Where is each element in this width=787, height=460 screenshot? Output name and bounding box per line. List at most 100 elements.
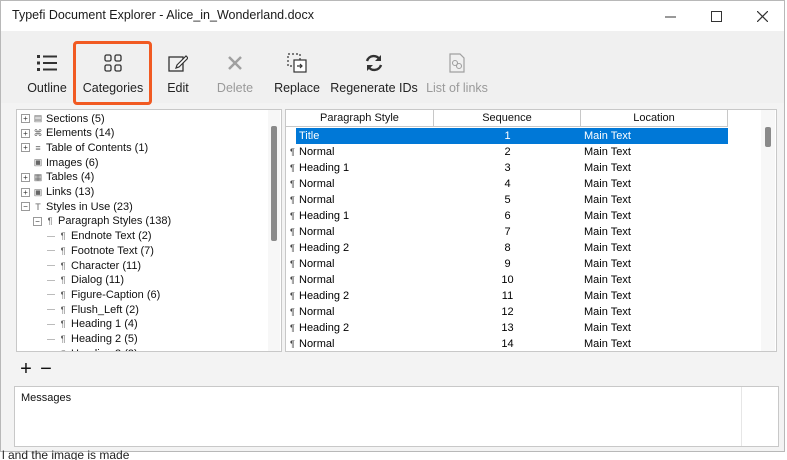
cell-paragraph-style: Normal (299, 338, 335, 350)
cell-sequence: 10 (501, 274, 514, 286)
tree-item[interactable]: + ≡ Table of Contents (1) (21, 140, 148, 155)
tree-item[interactable]: + ⌘ Elements (14) (21, 126, 114, 141)
table-row[interactable]: ¶ Normal 4 Main Text (286, 176, 748, 192)
pilcrow-icon: ¶ (60, 334, 66, 344)
tree-item-label: Heading 3 (3) (71, 348, 138, 351)
table-scrollbar[interactable] (761, 110, 775, 351)
tree-scrollbar[interactable] (268, 110, 280, 351)
list-of-links-button[interactable]: List of links (425, 41, 489, 103)
cell-sequence: 9 (504, 258, 511, 270)
tree-item[interactable]: + ▦ Tables (4) (21, 170, 94, 185)
table-row[interactable]: ¶ Heading 2 11 Main Text (286, 288, 748, 304)
link-icon: ▣ (33, 186, 43, 197)
column-header-location[interactable]: Location (581, 110, 728, 127)
cell-location: Main Text (584, 338, 631, 350)
expand-icon[interactable]: + (21, 128, 30, 138)
expand-icon[interactable]: + (21, 187, 30, 197)
toc-icon: ≡ (35, 142, 41, 153)
collapse-icon[interactable]: − (33, 216, 42, 226)
table-row[interactable]: ¶ Normal 14 Main Text (286, 336, 748, 351)
tree-item[interactable]: ¶ Endnote Text (2) (47, 229, 152, 244)
paragraph-style-table[interactable]: Paragraph Style Sequence Location ¶ Title… (285, 109, 777, 352)
tree-item[interactable]: + ▤ Sections (5) (21, 111, 105, 126)
table-row[interactable]: ¶ Title 1 Main Text (286, 128, 748, 144)
remove-button[interactable]: − (39, 359, 53, 379)
maximize-button[interactable] (693, 1, 739, 31)
table-row[interactable]: ¶ Heading 2 13 Main Text (286, 320, 748, 336)
table-row[interactable]: ¶ Normal 9 Main Text (286, 256, 748, 272)
table-icon: ▦ (33, 171, 43, 182)
delete-button[interactable]: Delete (213, 41, 257, 103)
tree-item[interactable]: ¶ Character (11) (47, 258, 141, 273)
window-title: Typefi Document Explorer - Alice_in_Wond… (12, 8, 315, 22)
tree-connector (47, 235, 55, 237)
cell-sequence: 3 (504, 162, 511, 174)
table-row[interactable]: ¶ Normal 2 Main Text (286, 144, 748, 160)
tree-item[interactable]: ¶ Footnote Text (7) (47, 243, 154, 258)
cell-location: Main Text (584, 290, 631, 302)
table-row[interactable]: ¶ Heading 1 6 Main Text (286, 208, 748, 224)
tree-item[interactable]: − ¶ Paragraph Styles (138) (33, 214, 171, 229)
tree-item[interactable]: − T Styles in Use (23) (21, 199, 133, 214)
category-tree[interactable]: + ▤ Sections (5) + ⌘ Elements (14) + ≡ Table of … (16, 109, 282, 352)
messages-label: Messages (21, 392, 72, 404)
expand-icon[interactable]: + (21, 143, 30, 153)
regenerate-ids-button[interactable]: Regenerate IDs (330, 41, 418, 103)
tree-item[interactable]: + ▣ Links (13) (21, 185, 94, 200)
column-header-sequence[interactable]: Sequence (434, 110, 581, 127)
tree-item[interactable]: ¶ Flush_Left (2) (47, 302, 139, 317)
table-row[interactable]: ¶ Heading 2 8 Main Text (286, 240, 748, 256)
cell-paragraph-style: Normal (299, 274, 335, 286)
table-row[interactable]: ¶ Normal 12 Main Text (286, 304, 748, 320)
tree-item[interactable]: ▣ Images (6) (21, 155, 99, 170)
table-row[interactable]: ¶ Normal 10 Main Text (286, 272, 748, 288)
outline-button[interactable]: Outline (23, 41, 71, 103)
outline-icon (35, 51, 59, 75)
tree-item[interactable]: ¶Heading 3 (3) (47, 346, 138, 351)
table-scrollbar-thumb[interactable] (765, 127, 771, 147)
tree-connector (47, 309, 55, 311)
expand-icon[interactable]: + (21, 172, 30, 182)
tree-item[interactable]: ¶ Dialog (11) (47, 273, 124, 288)
tree-item-label: Endnote Text (2) (71, 230, 152, 243)
pilcrow-icon: ¶ (290, 179, 295, 189)
regenerate-ids-label: Regenerate IDs (330, 81, 418, 95)
table-row[interactable]: ¶ Heading 1 3 Main Text (286, 160, 748, 176)
table-row[interactable]: ¶ Normal 7 Main Text (286, 224, 748, 240)
table-row[interactable]: ¶ Normal 5 Main Text (286, 192, 748, 208)
replace-button[interactable]: Replace (272, 41, 322, 103)
tree-scrollbar-thumb[interactable] (271, 126, 277, 241)
pilcrow-icon: ¶ (47, 216, 53, 227)
add-button[interactable]: + (19, 359, 33, 379)
cell-sequence: 5 (504, 194, 511, 206)
tree-connector (47, 265, 55, 266)
tree-item-label: Flush_Left (2) (71, 303, 139, 316)
close-button[interactable] (739, 1, 785, 31)
tree-item[interactable]: ¶ Heading 2 (5) (47, 332, 138, 347)
link-document-icon (445, 51, 469, 75)
tree-connector (47, 279, 55, 281)
background-document-text: l and the image is made (2, 449, 130, 460)
tree-item-label: Footnote Text (7) (71, 244, 154, 257)
cell-location: Main Text (584, 306, 631, 318)
cell-paragraph-style: Normal (299, 306, 335, 318)
close-icon (756, 10, 768, 22)
tree-item[interactable]: ¶ Figure-Caption (6) (47, 287, 160, 302)
minimize-button[interactable] (647, 1, 693, 31)
image-icon: ▣ (33, 157, 43, 168)
expand-icon[interactable]: + (21, 114, 30, 123)
collapse-icon[interactable]: − (21, 202, 30, 212)
pilcrow-icon: ¶ (290, 147, 295, 157)
column-header-paragraph-style[interactable]: Paragraph Style (286, 110, 434, 127)
document-explorer-window: Typefi Document Explorer - Alice_in_Wond… (0, 0, 785, 452)
tree-item[interactable]: ¶ Heading 1 (4) (47, 317, 138, 332)
pilcrow-icon: ¶ (290, 163, 295, 173)
tree-item-label: Figure-Caption (6) (71, 288, 161, 301)
delete-icon (223, 51, 247, 75)
cell-location: Main Text (584, 210, 631, 222)
categories-highlight-frame (73, 41, 152, 105)
edit-button[interactable]: Edit (159, 41, 197, 103)
tree-connector (47, 338, 55, 340)
cell-location: Main Text (584, 130, 631, 142)
